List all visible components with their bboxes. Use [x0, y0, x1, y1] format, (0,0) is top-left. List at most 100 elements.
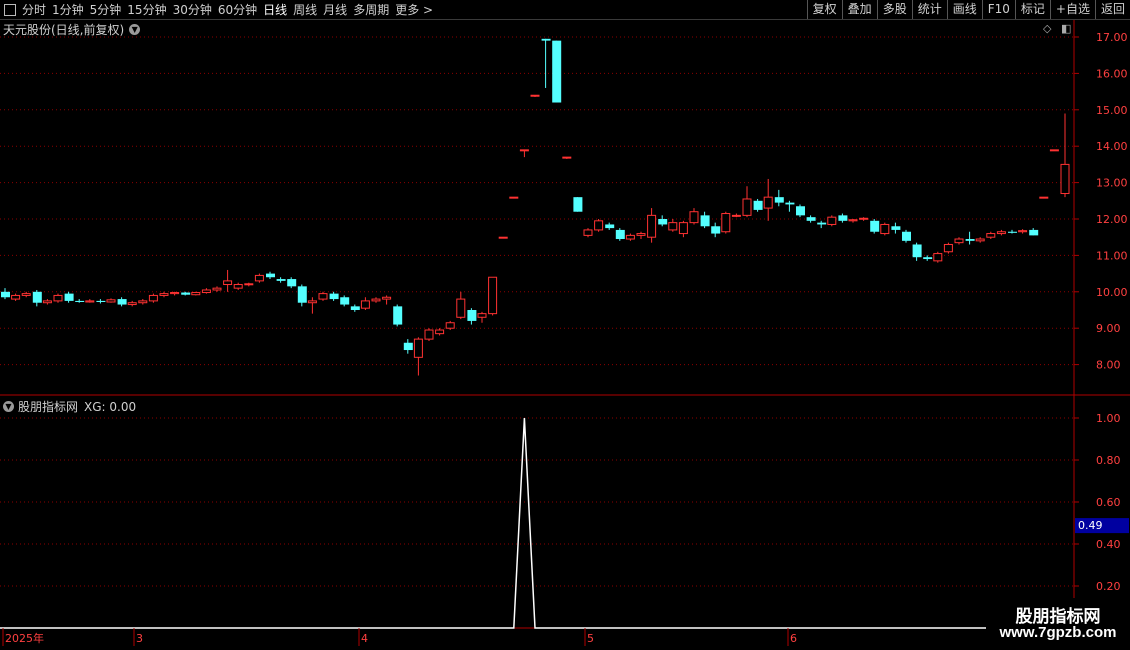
candle-body: [583, 229, 593, 236]
date-tick-label: 2025年: [5, 631, 44, 645]
candle-body: [848, 219, 858, 222]
candle-body: [223, 280, 233, 286]
candle-body: [933, 253, 943, 262]
chart-area[interactable]: 17.00 16.00 15.00 14.00 13.00 12.00 11.00 10.00…: [0, 0, 1130, 650]
indicator-axis: 1.00 0.80 0.60 0.40 0.20 0.49: [1074, 412, 1129, 593]
candle-body: [806, 217, 816, 221]
candle-body: [552, 40, 562, 103]
candle-body: [53, 294, 63, 302]
candle-body: [975, 238, 985, 242]
candle-body: [106, 299, 116, 303]
candle-body: [605, 224, 615, 229]
price-tick-label: 10.00: [1096, 286, 1128, 299]
candle-body: [827, 216, 837, 225]
candle-body: [912, 244, 922, 258]
candle-body: [307, 300, 317, 304]
indicator-value: XG: 0.00: [84, 399, 137, 414]
candle-body: [159, 293, 169, 296]
candle-body: [96, 300, 106, 302]
candle-body: [530, 94, 540, 97]
candle-body: [562, 156, 572, 159]
candle-body: [477, 313, 487, 318]
date-tick-label: 4: [361, 632, 368, 645]
indicator-menu-icon[interactable]: ▼: [3, 401, 14, 412]
candle-body: [287, 279, 297, 287]
date-tick-label: 3: [136, 632, 143, 645]
diamond-icon[interactable]: ◇: [1043, 22, 1051, 35]
candle-body: [986, 233, 996, 238]
candle-body: [254, 274, 264, 282]
candle-body: [445, 322, 455, 329]
price-tick-label: 8.00: [1096, 359, 1121, 372]
candle-body: [467, 310, 477, 321]
xg-line: [0, 417, 1074, 629]
chart-frame: [0, 20, 1130, 650]
candle-body: [753, 200, 763, 210]
candle-body: [943, 243, 953, 253]
candle-body: [1049, 149, 1059, 152]
candle-body: [785, 202, 795, 205]
candle-body: [360, 300, 370, 309]
candle-body: [148, 294, 158, 302]
indicator-current-value: 0.49: [1078, 519, 1103, 532]
candle-body: [85, 300, 95, 303]
candle-body: [700, 215, 710, 227]
candle-body: [891, 226, 901, 230]
candle-body: [541, 38, 551, 41]
candle-body: [244, 283, 254, 286]
price-tick-label: 11.00: [1096, 249, 1128, 262]
candle-body: [371, 298, 381, 302]
candle-body: [647, 214, 657, 238]
indicator-tick-label: 1.00: [1096, 412, 1121, 425]
candle-body: [393, 306, 403, 325]
indicator-line-series: [0, 417, 1074, 629]
candle-body: [127, 302, 137, 306]
price-tick-label: 9.00: [1096, 322, 1121, 335]
candle-body: [413, 338, 423, 358]
candle-body: [170, 292, 180, 295]
candle-body: [266, 273, 275, 278]
candle-body: [668, 222, 678, 231]
chevron-down-icon[interactable]: ▼: [129, 24, 141, 35]
candle-body: [498, 236, 508, 239]
candle-body: [1008, 231, 1017, 233]
candle-body: [615, 229, 625, 240]
candle-body: [117, 299, 127, 305]
main-chart-label: 天元股份(日线,前复权) ▼: [3, 21, 141, 38]
watermark-url: www.7gpzb.com: [999, 624, 1117, 641]
candle-body: [796, 206, 805, 216]
candle-body: [859, 217, 869, 220]
candle-body: [996, 231, 1006, 235]
indicator-tick-label: 0.20: [1096, 580, 1121, 593]
candle-body: [403, 342, 413, 351]
candle-body: [509, 196, 519, 199]
candle-body: [838, 215, 848, 221]
candle-body: [870, 220, 880, 232]
panel-toggle-icon[interactable]: ◧: [1061, 22, 1071, 35]
candle-body: [763, 196, 773, 209]
candle-body: [191, 292, 201, 296]
candle-body: [318, 293, 328, 300]
price-tick-label: 15.00: [1096, 104, 1128, 117]
candle-body: [181, 292, 191, 295]
candle-body: [678, 222, 688, 235]
candle-body: [1018, 230, 1028, 233]
candle-body: [21, 293, 31, 296]
candle-body: [658, 219, 668, 225]
candle-body: [329, 293, 339, 300]
candle-body: [774, 197, 784, 203]
indicator-tick-label: 0.40: [1096, 538, 1121, 551]
candle-body: [902, 231, 911, 241]
candle-body: [636, 233, 646, 236]
grid-lines: [0, 36, 1074, 587]
candlestick-series: [1, 38, 1070, 376]
candle-body: [138, 300, 148, 304]
candle-body: [75, 300, 85, 302]
candle-body: [880, 223, 890, 235]
candle-body: [1, 291, 10, 298]
candle-body: [965, 239, 975, 241]
candle-body: [1060, 163, 1070, 195]
candle-body: [424, 329, 434, 340]
chart-corner-icons: ◇ ◧: [1043, 22, 1071, 35]
candle-body: [42, 300, 52, 304]
